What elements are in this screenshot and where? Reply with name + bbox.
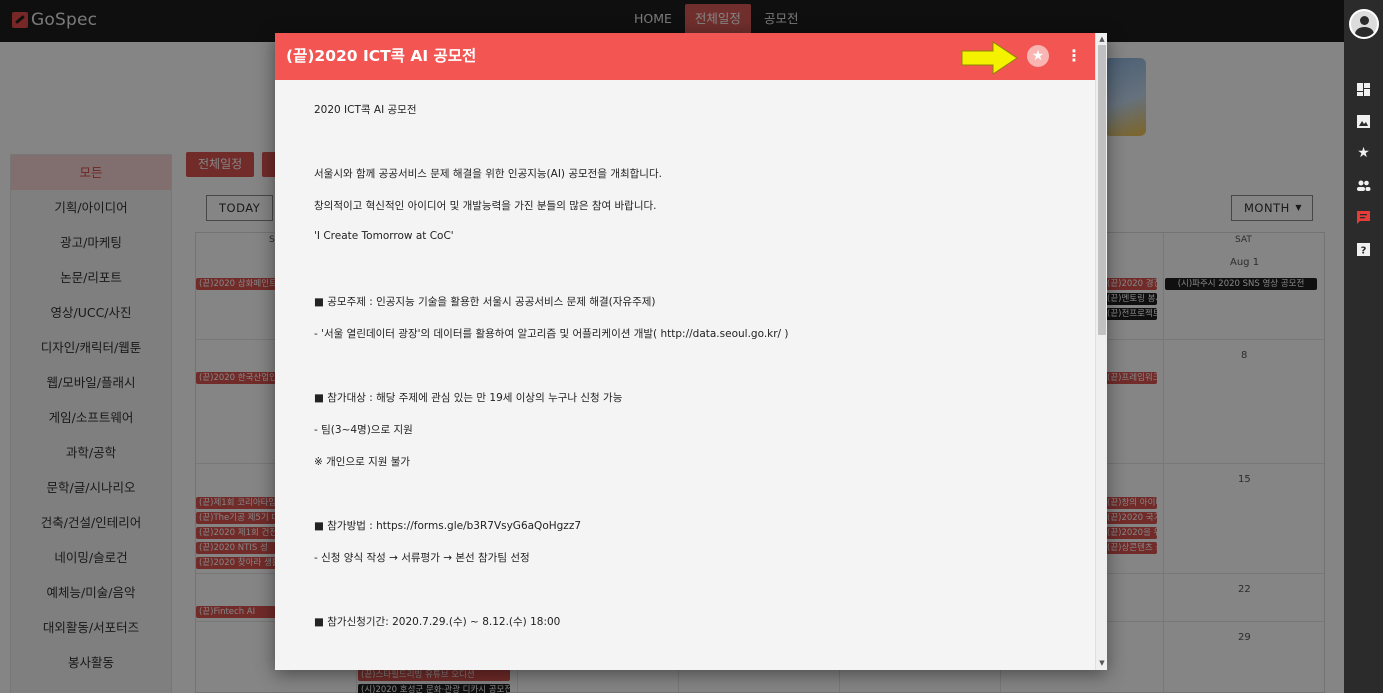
- contest-detail-modal: (끝)2020 ICT콕 AI 공모전 ★ ⋮ 2020 ICT콕 AI 공모전…: [275, 33, 1107, 670]
- body-paragraph: ■ 참가대상 : 해당 주제에 관심 있는 만 19세 이상의 누구나 신청 가…: [314, 392, 623, 404]
- more-options-button[interactable]: ⋮: [1065, 45, 1083, 67]
- image-icon[interactable]: [1356, 114, 1371, 129]
- body-paragraph: - 신청 양식 작성 → 서류평가 → 본선 참가팀 선정: [314, 552, 530, 564]
- body-paragraph: - 팀(3~4명)으로 지원: [314, 424, 413, 436]
- vertical-dots-icon: ⋮: [1066, 46, 1082, 65]
- modal-scrollbar[interactable]: ▲ ▼: [1095, 33, 1107, 670]
- message-icon[interactable]: [1356, 210, 1371, 225]
- star-icon[interactable]: ★: [1356, 146, 1371, 161]
- body-paragraph: 창의적이고 혁신적인 아이디어 및 개발능력을 가진 분들의 많은 참여 바랍니…: [314, 200, 657, 212]
- avatar-icon[interactable]: [1349, 9, 1379, 39]
- scroll-up-icon[interactable]: ▲: [1098, 35, 1106, 43]
- scroll-thumb[interactable]: [1098, 45, 1106, 335]
- help-icon[interactable]: ?: [1356, 242, 1371, 257]
- modal-title: (끝)2020 ICT콕 AI 공모전: [286, 47, 477, 65]
- modal-header: (끝)2020 ICT콕 AI 공모전 ★ ⋮: [275, 33, 1095, 80]
- body-paragraph: 서울시와 함께 공공서비스 문제 해결을 위한 인공지능(AI) 공모전을 개최…: [314, 168, 662, 180]
- svg-text:?: ?: [1361, 246, 1367, 257]
- body-paragraph: ■ 참가신청기간: 2020.7.29.(수) ~ 8.12.(수) 18:00: [314, 616, 561, 628]
- body-paragraph: ■ 참가방법 : https://forms.gle/b3R7VsyG6aQoH…: [314, 520, 582, 532]
- body-paragraph: 'I Create Tomorrow at CoC': [314, 230, 454, 242]
- star-icon: ★: [1031, 48, 1045, 64]
- favorite-star-button[interactable]: ★: [1027, 45, 1049, 67]
- body-paragraph: ※ 개인으로 지원 불가: [314, 456, 411, 468]
- right-rail: ★ ?: [1344, 0, 1383, 693]
- dashboard-icon[interactable]: [1356, 82, 1371, 97]
- yellow-arrow-icon: [961, 41, 1018, 75]
- body-paragraph: ■ 공모주제 : 인공지능 기술을 활용한 서울시 공공서비스 문제 해결(자유…: [314, 296, 656, 308]
- scroll-down-icon[interactable]: ▼: [1098, 659, 1106, 667]
- body-paragraph: - '서울 열린데이터 광장'의 데이터를 활용하여 알고리즘 및 어플리케이션…: [314, 328, 789, 340]
- people-icon[interactable]: [1356, 178, 1371, 193]
- body-paragraph: 2020 ICT콕 AI 공모전: [314, 104, 417, 116]
